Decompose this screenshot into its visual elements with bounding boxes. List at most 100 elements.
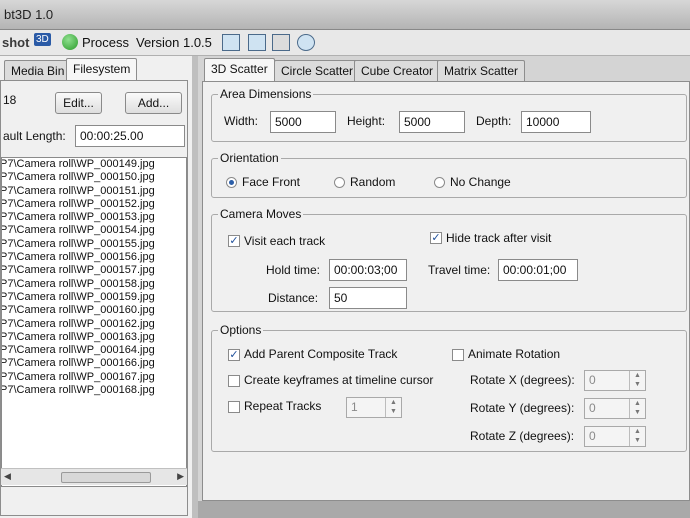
hide-track-label: Hide track after visit — [446, 231, 552, 245]
scatter-settings-panel: Area Dimensions Width: 5000 Height: 5000… — [202, 81, 690, 501]
radio-face-front[interactable] — [226, 177, 237, 188]
random-label: Random — [350, 175, 396, 189]
list-item[interactable]: P7\Camera roll\WP_000160.jpg — [2, 304, 186, 317]
list-item[interactable]: P7\Camera roll\WP_000151.jpg — [2, 185, 186, 198]
spinner-arrows-icon[interactable]: ▲ ▼ — [629, 427, 645, 446]
orientation-legend: Orientation — [218, 151, 281, 165]
list-item[interactable]: P7\Camera roll\WP_000153.jpg — [2, 211, 186, 224]
rotate-x-label: Rotate X (degrees): — [470, 373, 575, 387]
list-item[interactable]: P7\Camera roll\WP_000166.jpg — [2, 357, 186, 370]
scroll-right-icon[interactable]: ▶ — [177, 471, 184, 482]
list-item[interactable]: P7\Camera roll\WP_000167.jpg — [2, 371, 186, 384]
brand-text: shot — [2, 35, 30, 50]
travel-time-label: Travel time: — [428, 263, 491, 277]
scroll-left-icon[interactable]: ◀ — [4, 471, 11, 482]
face-front-label: Face Front — [242, 175, 301, 189]
camera-moves-legend: Camera Moves — [218, 207, 304, 221]
filesystem-panel: 18 Edit... Add... ault Length: 00:00:25.… — [0, 80, 188, 516]
edit-button[interactable]: Edit... — [55, 92, 102, 114]
repeat-tracks-spinner[interactable]: 1 ▲ ▼ — [346, 397, 402, 418]
logo-icon: 3D — [34, 33, 51, 46]
tab-matrix-scatter[interactable]: Matrix Scatter — [437, 60, 526, 81]
film-icon[interactable] — [272, 34, 290, 51]
add-button[interactable]: Add... — [125, 92, 182, 114]
rotate-z-label: Rotate Z (degrees): — [470, 429, 575, 443]
list-item[interactable]: P7\Camera roll\WP_000162.jpg — [2, 318, 186, 331]
repeat-tracks-checkbox[interactable] — [228, 401, 240, 413]
distance-field[interactable]: 50 — [329, 287, 407, 309]
default-length-field[interactable]: 00:00:25.00 — [75, 125, 185, 147]
orientation-group: Orientation Face Front Random No Change — [211, 151, 687, 198]
list-item[interactable]: P7\Camera roll\WP_000150.jpg — [2, 171, 186, 184]
radio-random[interactable] — [334, 177, 345, 188]
hold-time-field[interactable]: 00:00:03;00 — [329, 259, 407, 281]
list-item[interactable]: P7\Camera roll\WP_000158.jpg — [2, 278, 186, 291]
height-label: Height: — [347, 114, 386, 128]
rotate-z-spinner[interactable]: 0 ▲ ▼ — [584, 426, 646, 447]
width-field[interactable]: 5000 — [270, 111, 336, 133]
left-pane: Media Bin Filesystem 18 Edit... Add... a… — [0, 56, 192, 518]
rotate-y-spinner[interactable]: 0 ▲ ▼ — [584, 398, 646, 419]
bottom-strip — [198, 501, 690, 518]
tab-cube-creator[interactable]: Cube Creator — [354, 60, 441, 81]
list-item[interactable]: P7\Camera roll\WP_000159.jpg — [2, 291, 186, 304]
camera-icon[interactable] — [297, 34, 315, 51]
area-dimensions-legend: Area Dimensions — [218, 87, 314, 101]
process-icon[interactable] — [62, 34, 78, 50]
scroll-thumb[interactable] — [61, 472, 151, 483]
list-item[interactable]: P7\Camera roll\WP_000157.jpg — [2, 264, 186, 277]
file-count: 18 — [3, 93, 17, 107]
visit-each-track-label: Visit each track — [244, 234, 326, 248]
tab-circle-scatter[interactable]: Circle Scatter — [274, 60, 361, 81]
file-list[interactable]: P7\Camera roll\WP_000149.jpg P7\Camera ro… — [1, 157, 187, 487]
layout-icon[interactable] — [222, 34, 240, 51]
repeat-tracks-label: Repeat Tracks — [244, 399, 322, 413]
width-label: Width: — [224, 114, 259, 128]
image-icon[interactable] — [248, 34, 266, 51]
options-group: Options ✓ Add Parent Composite Track Cre… — [211, 323, 687, 452]
keyframes-label: Create keyframes at timeline cursor — [244, 373, 434, 387]
radio-no-change[interactable] — [434, 177, 445, 188]
version-label: Version 1.0.5 — [136, 35, 212, 50]
window-title: bt3D 1.0 — [4, 7, 54, 22]
parent-composite-label: Add Parent Composite Track — [244, 347, 398, 361]
list-item[interactable]: P7\Camera roll\WP_000163.jpg — [2, 331, 186, 344]
parent-composite-checkbox[interactable]: ✓ — [228, 349, 240, 361]
no-change-label: No Change — [450, 175, 511, 189]
rotate-x-spinner[interactable]: 0 ▲ ▼ — [584, 370, 646, 391]
list-item[interactable]: P7\Camera roll\WP_000152.jpg — [2, 198, 186, 211]
area-dimensions-group: Area Dimensions Width: 5000 Height: 5000… — [211, 87, 687, 142]
process-button[interactable]: Process — [82, 35, 129, 50]
depth-label: Depth: — [476, 114, 512, 128]
tab-media-bin[interactable]: Media Bin — [4, 60, 72, 81]
distance-label: Distance: — [268, 291, 319, 305]
travel-time-field[interactable]: 00:00:01;00 — [498, 259, 578, 281]
animate-rotation-checkbox[interactable] — [452, 349, 464, 361]
rotate-y-label: Rotate Y (degrees): — [470, 401, 575, 415]
list-item[interactable]: P7\Camera roll\WP_000164.jpg — [2, 344, 186, 357]
tab-3d-scatter[interactable]: 3D Scatter — [204, 58, 275, 81]
rotate-z-value: 0 — [589, 429, 596, 443]
height-field[interactable]: 5000 — [399, 111, 465, 133]
spinner-arrows-icon[interactable]: ▲ ▼ — [629, 371, 645, 390]
keyframes-checkbox[interactable] — [228, 375, 240, 387]
hide-track-checkbox[interactable]: ✓ — [430, 232, 442, 244]
depth-field[interactable]: 10000 — [521, 111, 591, 133]
list-item[interactable]: P7\Camera roll\WP_000155.jpg — [2, 238, 186, 251]
visit-each-track-checkbox[interactable]: ✓ — [228, 235, 240, 247]
default-length-label: ault Length: — [3, 129, 66, 143]
rotate-x-value: 0 — [589, 373, 596, 387]
list-item[interactable]: P7\Camera roll\WP_000154.jpg — [2, 224, 186, 237]
hold-time-label: Hold time: — [266, 263, 321, 277]
repeat-tracks-value: 1 — [351, 400, 358, 414]
spinner-arrows-icon[interactable]: ▲ ▼ — [385, 398, 401, 417]
list-item[interactable]: P7\Camera roll\WP_000149.jpg — [2, 158, 186, 171]
horizontal-scrollbar[interactable]: ◀ ▶ — [1, 468, 187, 485]
list-item[interactable]: P7\Camera roll\WP_000168.jpg — [2, 384, 186, 397]
list-item[interactable]: P7\Camera roll\WP_000156.jpg — [2, 251, 186, 264]
camera-moves-group: Camera Moves ✓ Visit each track ✓ Hide t… — [211, 207, 687, 312]
rotate-y-value: 0 — [589, 401, 596, 415]
options-legend: Options — [218, 323, 264, 337]
tab-filesystem[interactable]: Filesystem — [66, 58, 138, 81]
spinner-arrows-icon[interactable]: ▲ ▼ — [629, 399, 645, 418]
